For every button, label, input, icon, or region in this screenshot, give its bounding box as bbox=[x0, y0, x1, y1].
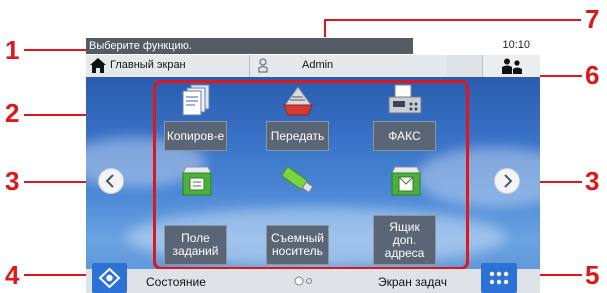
callout-6: 6 bbox=[585, 60, 600, 90]
users-icon bbox=[502, 58, 522, 74]
home-icon bbox=[90, 58, 106, 73]
status-button[interactable] bbox=[92, 263, 127, 293]
task-screen-button[interactable] bbox=[481, 263, 517, 293]
sub-address-box-icon bbox=[391, 166, 421, 196]
callout-line-1 bbox=[24, 49, 90, 51]
task-screen-label: Экран задач bbox=[378, 275, 448, 289]
job-box-function[interactable]: Поле заданий bbox=[164, 161, 227, 265]
fax-function-label: ФАКС bbox=[373, 121, 436, 151]
job-box-icon bbox=[182, 166, 212, 196]
sub-address-box-function[interactable]: Ящик доп. адреса bbox=[373, 161, 436, 265]
user-icon bbox=[258, 58, 268, 73]
callout-3-right: 3 bbox=[585, 166, 600, 196]
send-function-label: Передать bbox=[266, 121, 329, 151]
send-function[interactable]: Передать bbox=[266, 83, 329, 151]
copy-icon bbox=[182, 84, 210, 116]
chevron-right-icon bbox=[504, 174, 513, 188]
status-bar: Выберите функцию. 10:10 bbox=[86, 37, 540, 55]
callout-5: 5 bbox=[585, 260, 600, 290]
removable-memory-function[interactable]: Съемный носитель bbox=[266, 161, 329, 265]
callout-4: 4 bbox=[5, 260, 20, 290]
callout-3-left: 3 bbox=[5, 166, 20, 196]
home-desktop: Копиров-е Передать ФАКС Поле заданий Съе… bbox=[86, 77, 540, 293]
sub-address-box-function-label: Ящик доп. адреса bbox=[373, 215, 436, 265]
removable-memory-function-label: Съемный носитель bbox=[266, 225, 329, 265]
tab-bar: Главный экран Admin bbox=[86, 55, 540, 77]
touch-panel: Выберите функцию. 10:10 Главный экран Ad… bbox=[86, 37, 540, 293]
callout-2: 2 bbox=[5, 98, 20, 128]
chevron-left-icon bbox=[105, 174, 114, 188]
fax-function[interactable]: ФАКС bbox=[373, 83, 436, 151]
user-name: Admin bbox=[302, 59, 334, 71]
callout-7: 7 bbox=[585, 4, 600, 34]
callout-1: 1 bbox=[5, 35, 20, 65]
previous-page-button[interactable] bbox=[98, 168, 124, 194]
page-dot-current bbox=[294, 276, 304, 286]
accessibility-button[interactable] bbox=[482, 55, 540, 77]
fax-icon bbox=[388, 84, 422, 114]
send-icon bbox=[283, 86, 313, 116]
bottom-bar: Состояние Экран задач bbox=[86, 263, 540, 293]
app-grid-icon bbox=[489, 271, 509, 285]
message-display: Выберите функцию. bbox=[86, 38, 413, 54]
status-label: Состояние bbox=[146, 275, 206, 289]
home-tab[interactable]: Главный экран bbox=[86, 55, 250, 77]
next-page-button[interactable] bbox=[494, 168, 520, 194]
home-tab-label: Главный экран bbox=[110, 59, 186, 71]
clock: 10:10 bbox=[502, 39, 530, 51]
user-tab[interactable]: Admin bbox=[250, 55, 446, 77]
page-indicator bbox=[294, 276, 312, 286]
usb-drive-icon bbox=[281, 167, 314, 194]
status-icon bbox=[98, 267, 121, 289]
callout-line-7 bbox=[325, 19, 581, 21]
job-box-function-label: Поле заданий bbox=[164, 225, 227, 265]
page-dot bbox=[306, 278, 312, 284]
copy-function[interactable]: Копиров-е bbox=[164, 83, 227, 151]
copy-function-label: Копиров-е bbox=[164, 121, 227, 151]
